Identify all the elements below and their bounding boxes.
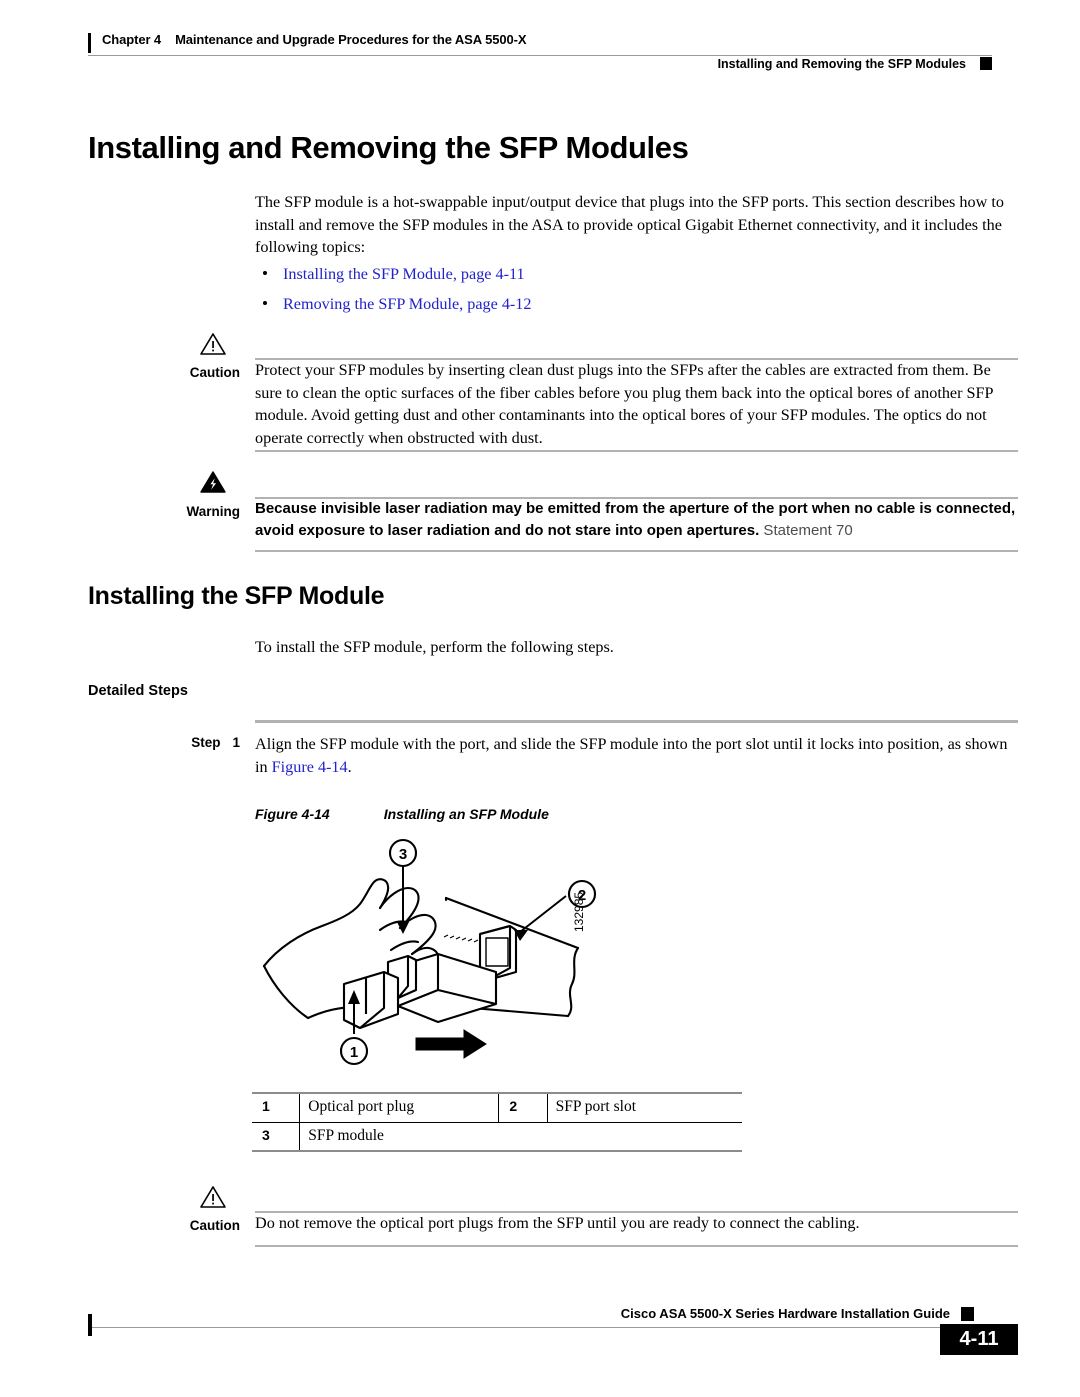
header-rule (88, 55, 992, 56)
warning-admonition: Warning Because invisible laser radiatio… (88, 470, 1018, 552)
legend-number: 1 (252, 1092, 301, 1122)
caution-label: Caution (189, 1218, 240, 1233)
figure-cross-reference-link[interactable]: Figure 4-14 (272, 758, 348, 776)
caution-label: Caution (189, 365, 240, 380)
step-rule-top (255, 720, 1018, 723)
section-intro-text: To install the SFP module, perform the f… (255, 638, 614, 656)
footer-guide-title: Cisco ASA 5500-X Series Hardware Install… (620, 1306, 950, 1321)
bullet-dot-icon (263, 271, 267, 275)
header-chapter-label: Chapter 4 (102, 32, 162, 47)
caution-triangle-icon (198, 1185, 228, 1209)
footer-edge-tick (88, 1314, 92, 1336)
legend-text: SFP port slot (547, 1092, 742, 1122)
topic-link-installing[interactable]: Installing the SFP Module, page 4-11 (283, 265, 525, 284)
list-item: Removing the SFP Module, page 4-12 (255, 295, 955, 325)
caution-admonition-bottom: Caution Do not remove the optical port p… (88, 1185, 1018, 1257)
table-row-end (252, 1150, 742, 1180)
step-text: Align the SFP module with the port, and … (255, 733, 1018, 778)
topic-link-list: Installing the SFP Module, page 4-11 Rem… (255, 265, 955, 325)
warning-rule-bottom (255, 550, 1018, 552)
table-row: 1 Optical port plug 2 SFP port slot (252, 1092, 742, 1122)
step-word: Step (191, 735, 221, 750)
warning-text: Because invisible laser radiation may be… (255, 498, 1018, 542)
warning-statement-number: Statement 70 (759, 522, 853, 539)
step-number: 1 (232, 735, 240, 750)
intro-paragraph: The SFP module is a hot-swappable input/… (255, 193, 1004, 256)
bullet-dot-icon (263, 301, 267, 305)
caution-triangle-icon (198, 332, 228, 356)
legend-number: 2 (498, 1092, 548, 1122)
header-marker-square (980, 57, 992, 70)
table-row: 3 SFP module (252, 1121, 742, 1151)
page-number-badge: 4-11 (940, 1324, 1018, 1355)
caution-admonition-top: Caution Protect your SFP modules by inse… (88, 332, 1018, 452)
warning-lightning-icon (198, 470, 228, 494)
legend-text: SFP module (299, 1121, 742, 1151)
legend-text: Optical port plug (299, 1092, 500, 1122)
step-text-after: . (347, 757, 352, 776)
warning-label: Warning (186, 504, 241, 519)
figure-legend-table: 1 Optical port plug 2 SFP port slot 3 SF… (252, 1092, 742, 1180)
header-section-title: Installing and Removing the SFP Modules (717, 57, 966, 71)
legend-number: 3 (252, 1121, 301, 1151)
running-header: Chapter 4 Maintenance and Upgrade Procedu… (88, 30, 992, 78)
step-text-before: Align the SFP module with the port, and … (255, 735, 1008, 776)
list-item: Installing the SFP Module, page 4-11 (255, 265, 955, 295)
figure-callout-1: 1 (350, 1044, 358, 1061)
header-edge-tick (88, 33, 91, 53)
figure-caption: Figure 4-14 Installing an SFP Module (255, 806, 549, 822)
warning-text-bold: Because invisible laser radiation may be… (255, 500, 1016, 539)
page-title: Installing and Removing the SFP Modules (88, 130, 689, 165)
caution-text: Do not remove the optical port plugs fro… (255, 1214, 860, 1232)
footer-rule (88, 1327, 968, 1328)
section-title-installing: Installing the SFP Module (88, 582, 385, 610)
figure-callout-3: 3 (399, 846, 407, 863)
document-page: Chapter 4 Maintenance and Upgrade Procedu… (0, 0, 1080, 1397)
topic-link-removing[interactable]: Removing the SFP Module, page 4-12 (283, 295, 532, 314)
caution-text: Protect your SFP modules by inserting cl… (255, 361, 993, 447)
figure-title: Installing an SFP Module (383, 806, 549, 822)
figure-art-number: 132985 (572, 891, 586, 932)
caution-rule-bottom (255, 450, 1018, 452)
caution-rule-bottom (255, 1245, 1018, 1247)
step-label: Step 1 (88, 735, 240, 750)
detailed-steps-heading: Detailed Steps (88, 683, 188, 699)
page-footer: Cisco ASA 5500-X Series Hardware Install… (88, 1306, 1018, 1364)
footer-marker-square (961, 1307, 974, 1321)
header-chapter-title: Maintenance and Upgrade Procedures for t… (175, 32, 527, 47)
figure-label: Figure 4-14 (255, 806, 330, 822)
figure-illustration-sfp-insertion: 3 2 1 (248, 838, 648, 1078)
header-chapter-line: Chapter 4 Maintenance and Upgrade Procedu… (102, 32, 527, 47)
